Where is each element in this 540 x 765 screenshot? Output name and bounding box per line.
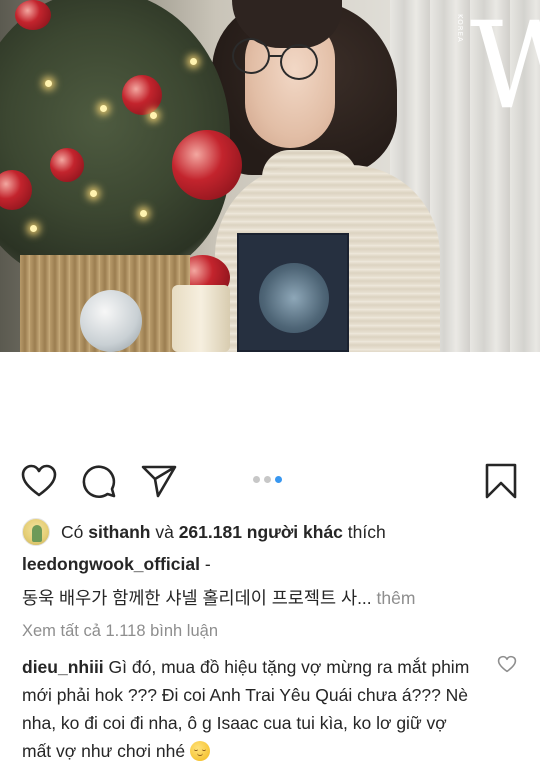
caption-body: 동욱 배우가 함께한 샤넬 홀리데이 프로젝트 사... thêm (22, 585, 415, 610)
comment-like-heart-icon[interactable] (497, 655, 517, 673)
paper-plane-icon[interactable] (140, 462, 178, 500)
likes-summary[interactable]: Có sithanh và 261.181 người khác thích (22, 517, 386, 547)
carousel-dot (253, 476, 260, 483)
glasses-right-lens (280, 44, 318, 80)
gift-box (237, 233, 349, 352)
heart-outline-icon[interactable] (20, 462, 58, 500)
caption-username[interactable]: leedongwook_official (22, 554, 200, 574)
comment-username[interactable]: dieu_nhiii (22, 657, 104, 677)
view-all-comments-link[interactable]: Xem tất cả 1.118 bình luận (22, 622, 218, 641)
likes-middle: và (150, 521, 179, 542)
carousel-dot (264, 476, 271, 483)
box-emblem (259, 263, 329, 333)
fairy-light (30, 225, 37, 232)
ornament (122, 75, 162, 115)
caption-header: leedongwook_official - (22, 554, 211, 575)
carousel-indicator (253, 476, 282, 486)
caption-dash: - (199, 554, 211, 574)
ornament (15, 0, 51, 30)
liker-avatar[interactable] (22, 518, 50, 546)
caption-text: 동욱 배우가 함께한 샤넬 홀리데이 프로젝트 사... (22, 588, 372, 608)
snow-globe (80, 290, 142, 352)
glasses-left-lens (232, 38, 270, 74)
action-bar (0, 458, 540, 504)
fairy-light (150, 112, 157, 119)
likes-count[interactable]: 261.181 người khác (179, 522, 343, 543)
magazine-logo: W (470, 0, 540, 136)
avatar-figure (32, 525, 42, 542)
ornament (172, 130, 242, 200)
likes-suffix: thích (342, 521, 386, 542)
fairy-light (100, 105, 107, 112)
post-image[interactable]: W KOREA (0, 0, 540, 352)
fairy-light (190, 58, 197, 65)
likes-prefix: Có (61, 521, 89, 542)
ornament (50, 148, 84, 182)
carousel-dot-active (275, 476, 282, 483)
fairy-light (45, 80, 52, 87)
fairy-light (140, 210, 147, 217)
liker-username[interactable]: sithanh (88, 522, 150, 543)
candle (172, 285, 230, 352)
relieved-face-emoji (189, 741, 210, 761)
comment-item: dieu_nhiii Gì đó, mua đồ hiệu tặng vợ mừ… (22, 653, 477, 765)
speech-bubble-icon[interactable] (80, 462, 118, 500)
glasses-bridge (268, 55, 282, 57)
bookmark-icon[interactable] (482, 462, 520, 500)
fairy-light (90, 190, 97, 197)
caption-more-link[interactable]: thêm (372, 588, 416, 608)
magazine-logo-sub: KOREA (456, 14, 464, 43)
